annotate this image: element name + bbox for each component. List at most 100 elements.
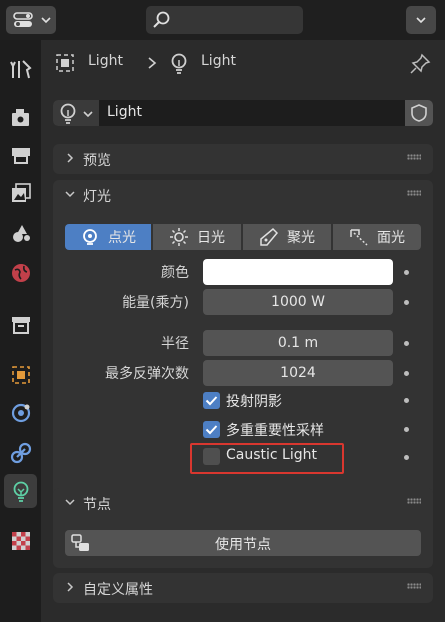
use-nodes-button[interactable]: 使用节点 [65, 530, 421, 556]
nodes-panel: 节点 使用节点 [53, 488, 433, 568]
tab-object[interactable] [4, 358, 37, 392]
chevron-right-icon [67, 153, 74, 163]
light-type-point-label: 点光 [108, 230, 136, 246]
preview-panel[interactable]: 预览 [53, 144, 433, 174]
cast-shadow-checkbox[interactable] [203, 392, 220, 409]
texture-checker-icon [11, 532, 30, 550]
tab-tool[interactable] [4, 52, 37, 86]
editor-type-icon [13, 12, 33, 27]
datablock-browse-button[interactable] [53, 100, 99, 126]
datablock-selector: Light [53, 100, 433, 126]
chevron-down-icon[interactable] [65, 497, 75, 507]
checkmark-icon [205, 425, 218, 435]
light-type-selector: 点光 日光 聚光 面光 [65, 224, 421, 250]
tab-output[interactable] [4, 138, 37, 172]
radius-label: 半径 [161, 336, 189, 352]
light-panel-title: 灯光 [83, 189, 111, 205]
tab-scene[interactable] [4, 216, 37, 250]
tab-collection[interactable] [4, 308, 37, 342]
render-icon [11, 109, 29, 126]
output-icon [11, 148, 30, 164]
view-layer-icon [11, 183, 31, 202]
drag-handle-icon[interactable] [407, 583, 421, 589]
keyframe-dot[interactable] [404, 398, 409, 403]
properties-main: Light Light Light 预览 灯光 点光 日光 聚光 面光 颜色 能… [41, 40, 445, 622]
multiple-importance-label[interactable]: 多重重要性采样 [226, 420, 324, 440]
tab-render[interactable] [4, 100, 37, 134]
tool-icon [9, 60, 32, 79]
light-type-area-label: 面光 [377, 230, 405, 246]
options-dropdown-button[interactable] [406, 6, 436, 34]
drag-handle-icon[interactable] [407, 498, 421, 504]
chevron-right-icon [67, 582, 74, 592]
keyframe-dot[interactable] [404, 270, 409, 275]
object-icon [56, 54, 74, 72]
keyframe-dot[interactable] [404, 427, 409, 432]
search-icon [153, 11, 170, 28]
caustic-light-label[interactable]: Caustic Light [226, 447, 317, 463]
tab-constraints[interactable] [4, 436, 37, 470]
chevron-down-icon [416, 17, 426, 24]
custom-properties-panel[interactable]: 自定义属性 [53, 573, 433, 603]
light-type-spot-label: 聚光 [287, 230, 315, 246]
scene-icon [12, 225, 30, 242]
light-bulb-icon [60, 103, 76, 124]
keyframe-dot[interactable] [404, 455, 409, 460]
breadcrumb-object-name[interactable]: Light [88, 53, 123, 69]
breadcrumb: Light Light [53, 50, 433, 76]
properties-header [0, 0, 445, 40]
tab-light-data[interactable] [4, 474, 37, 508]
light-bulb-icon [171, 53, 187, 74]
point-light-icon [83, 229, 97, 245]
pin-icon[interactable] [409, 53, 431, 75]
chevron-down-icon[interactable] [65, 189, 75, 199]
drag-handle-icon[interactable] [407, 190, 421, 196]
tab-view-layer[interactable] [4, 176, 37, 210]
breadcrumb-data-name[interactable]: Light [201, 53, 236, 69]
datablock-name-field[interactable]: Light [107, 104, 142, 120]
properties-tab-strip [0, 40, 41, 622]
custom-properties-title: 自定义属性 [83, 582, 153, 598]
sun-icon [170, 228, 188, 246]
caustic-light-checkbox[interactable] [203, 448, 220, 465]
editor-type-button[interactable] [6, 6, 56, 34]
light-bulb-icon [13, 481, 28, 502]
tab-texture[interactable] [4, 524, 37, 558]
chevron-down-icon [83, 111, 93, 118]
color-label: 颜色 [161, 265, 189, 281]
light-type-point[interactable]: 点光 [65, 224, 151, 250]
keyframe-dot[interactable] [404, 341, 409, 346]
power-label: 能量(乘方) [122, 295, 189, 311]
collection-icon [11, 317, 30, 334]
fake-user-button[interactable] [405, 100, 433, 126]
object-icon [11, 366, 30, 384]
preview-panel-title: 预览 [83, 153, 111, 169]
max-bounces-field[interactable]: 1024 [203, 360, 393, 386]
multiple-importance-checkbox[interactable] [203, 421, 220, 438]
use-nodes-label: 使用节点 [215, 537, 271, 553]
keyframe-dot[interactable] [404, 300, 409, 305]
search-input[interactable] [146, 6, 303, 34]
keyframe-dot[interactable] [404, 371, 409, 376]
light-type-sun-label: 日光 [197, 230, 225, 246]
tab-physics[interactable] [4, 396, 37, 430]
tab-world[interactable] [4, 256, 37, 290]
area-light-icon [350, 229, 368, 246]
shield-icon [411, 104, 427, 122]
light-type-area[interactable]: 面光 [333, 224, 421, 250]
light-type-spot[interactable]: 聚光 [243, 224, 331, 250]
nodes-panel-title: 节点 [83, 497, 111, 513]
drag-handle-icon[interactable] [407, 154, 421, 160]
spot-light-icon [260, 227, 279, 246]
checkmark-icon [205, 396, 218, 406]
constraints-icon [10, 442, 31, 464]
radius-field[interactable]: 0.1 m [203, 330, 393, 356]
light-type-sun[interactable]: 日光 [153, 224, 241, 250]
physics-icon [11, 403, 30, 423]
power-field[interactable]: 1000 W [203, 289, 393, 315]
max-bounces-label: 最多反弹次数 [105, 366, 189, 382]
color-swatch[interactable] [203, 259, 393, 285]
cast-shadow-label[interactable]: 投射阴影 [226, 391, 282, 411]
light-panel: 灯光 点光 日光 聚光 面光 颜色 能量(乘方) 1000 W 半径 0.1 m… [53, 180, 433, 516]
chevron-down-icon [41, 17, 51, 24]
